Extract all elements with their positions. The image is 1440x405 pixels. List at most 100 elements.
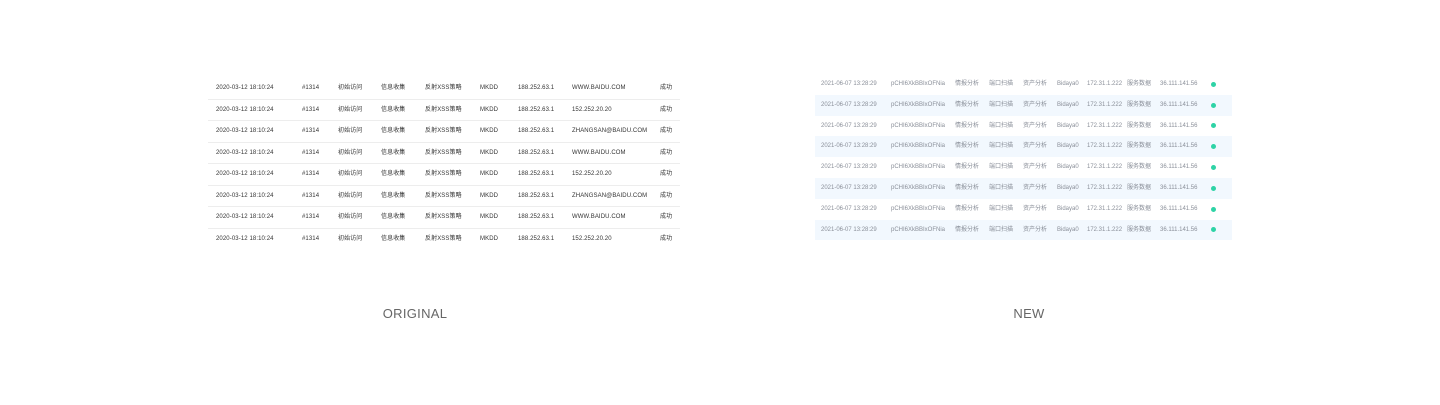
target-ip-cell: 36.111.141.56: [1160, 122, 1198, 129]
table-row[interactable]: 2021-06-07 13:28:29 pCHI6XkBBIxOFNia 情报分析 端…: [815, 136, 1232, 158]
scan-cell: 端口扫描: [989, 205, 1014, 212]
table-row[interactable]: 2020-03-12 18:10:24 #1314 初始访问 信息收集 反射XSS策略 M…: [208, 186, 680, 207]
original-caption: ORIGINAL: [382, 306, 448, 321]
user-cell: Bidaya0: [1057, 164, 1079, 171]
table-row[interactable]: 2021-06-07 13:28:29 pCHI6XkBBIxOFNia 情报分析 端…: [815, 116, 1232, 137]
table-row[interactable]: 2020-03-12 18:10:24 #1314 初始访问 信息收集 反射XSS策略 M…: [208, 207, 680, 229]
stage-cell: 初始访问: [338, 171, 363, 177]
id-cell: #1314: [302, 235, 320, 242]
table-row[interactable]: 2020-03-12 18:10:24 #1314 初始访问 信息收集 反射XSS策略 M…: [208, 78, 680, 100]
code-cell: MKDD: [480, 171, 499, 177]
table-row[interactable]: 2020-03-12 18:10:24 #1314 初始访问 信息收集 反射XSS策略 M…: [208, 229, 680, 250]
asset-cell: 资产分析: [1023, 226, 1048, 233]
service-cell: 服务数据: [1127, 101, 1152, 108]
asset-cell: 资产分析: [1023, 101, 1048, 108]
user-cell: Bidaya0: [1057, 143, 1079, 150]
table-row[interactable]: 2021-06-07 13:28:29 pCHI6XkBBIxOFNia 情报分析 端…: [815, 157, 1232, 178]
target-ip-cell: 36.111.141.56: [1160, 184, 1198, 191]
asset-cell: 资产分析: [1023, 81, 1048, 87]
result-cell: 成功: [660, 171, 673, 177]
service-cell: 服务数据: [1127, 164, 1152, 171]
source-ip-cell: 172.31.1.222: [1087, 184, 1123, 191]
table-row[interactable]: 2021-06-07 13:28:29 pCHI6XkBBIxOFNia 情报分析 端…: [815, 177, 1232, 199]
result-cell: 成功: [660, 214, 673, 220]
source-ip-cell: 188.252.63.1: [518, 192, 555, 199]
scan-cell: 端口扫描: [989, 184, 1014, 191]
result-cell: 成功: [660, 106, 673, 113]
target-cell: 152.252.20.20: [572, 171, 612, 177]
service-cell: 服务数据: [1127, 81, 1152, 87]
category-cell: 信息收集: [381, 128, 406, 134]
table-row[interactable]: 2021-06-07 13:28:29 pCHI6XkBBIxOFNia 情报分析 端…: [815, 199, 1232, 220]
source-ip-cell: 172.31.1.222: [1087, 143, 1123, 150]
table-row[interactable]: 2021-06-07 13:28:29 pCHI6XkBBIxOFNia 情报分析 端…: [815, 94, 1232, 116]
asset-cell: 资产分析: [1023, 143, 1048, 150]
target-ip-cell: 36.111.141.56: [1160, 81, 1198, 87]
intel-cell: 情报分析: [955, 81, 980, 87]
status-dot-icon: [1211, 206, 1216, 212]
target-cell: 152.252.20.20: [572, 235, 612, 242]
source-ip-cell: 188.252.63.1: [518, 214, 555, 220]
stage-cell: 初始访问: [338, 85, 363, 91]
source-ip-cell: 172.31.1.222: [1087, 81, 1123, 87]
category-cell: 信息收集: [381, 85, 406, 91]
table-row[interactable]: 2020-03-12 18:10:24 #1314 初始访问 信息收集 反射XSS策略 M…: [208, 143, 680, 164]
target-ip-cell: 36.111.141.56: [1160, 101, 1198, 108]
scan-cell: 端口扫描: [989, 101, 1014, 108]
asset-cell: 资产分析: [1023, 164, 1048, 171]
time-cell: 2021-06-07 13:28:29: [821, 184, 877, 191]
strategy-cell: 反射XSS策略: [425, 192, 462, 199]
scan-cell: 端口扫描: [989, 164, 1014, 171]
category-cell: 信息收集: [381, 192, 406, 199]
target-ip-cell: 36.111.141.56: [1160, 226, 1198, 233]
code-cell: MKDD: [480, 128, 499, 134]
status-dot-icon: [1211, 123, 1216, 129]
target-ip-cell: 36.111.141.56: [1160, 143, 1198, 150]
table-row[interactable]: 2020-03-12 18:10:24 #1314 初始访问 信息收集 反射XSS策略 M…: [208, 100, 680, 121]
id-cell: #1314: [302, 85, 320, 91]
table-row[interactable]: 2021-06-07 13:28:29 pCHI6XkBBIxOFNia 情报分析 端…: [815, 74, 1232, 95]
source-ip-cell: 188.252.63.1: [518, 106, 555, 113]
target-cell: WWW.BAIDU.COM: [572, 214, 626, 220]
strategy-cell: 反射XSS策略: [425, 149, 462, 156]
id-cell: #1314: [302, 128, 320, 134]
strategy-cell: 反射XSS策略: [425, 214, 462, 220]
service-cell: 服务数据: [1127, 226, 1152, 233]
code-cell: MKDD: [480, 85, 499, 91]
source-ip-cell: 172.31.1.222: [1087, 164, 1123, 171]
time-cell: 2021-06-07 13:28:29: [821, 122, 877, 129]
status-dot-icon: [1211, 144, 1216, 150]
service-cell: 服务数据: [1127, 143, 1152, 150]
table-row[interactable]: 2020-03-12 18:10:24 #1314 初始访问 信息收集 反射XSS策略 M…: [208, 121, 680, 143]
scan-cell: 端口扫描: [989, 226, 1014, 233]
id-cell: #1314: [302, 171, 320, 177]
time-cell: 2021-06-07 13:28:29: [821, 226, 877, 233]
category-cell: 信息收集: [381, 171, 406, 177]
stage-cell: 初始访问: [338, 128, 363, 134]
service-cell: 服务数据: [1127, 184, 1152, 191]
code-cell: MKDD: [480, 235, 499, 242]
target-cell: 152.252.20.20: [572, 106, 612, 113]
table-row[interactable]: 2020-03-12 18:10:24 #1314 初始访问 信息收集 反射XSS策略 M…: [208, 164, 680, 186]
intel-cell: 情报分析: [955, 164, 980, 171]
table-row[interactable]: 2021-06-07 13:28:29 pCHI6XkBBIxOFNia 情报分析 端…: [815, 219, 1232, 241]
time-cell: 2020-03-12 18:10:24: [216, 128, 274, 134]
time-cell: 2020-03-12 18:10:24: [216, 85, 274, 91]
stage-cell: 初始访问: [338, 214, 363, 220]
target-ip-cell: 36.111.141.56: [1160, 205, 1198, 212]
code-cell: MKDD: [480, 106, 499, 113]
time-cell: 2020-03-12 18:10:24: [216, 106, 274, 113]
source-ip-cell: 172.31.1.222: [1087, 101, 1123, 108]
result-cell: 成功: [660, 128, 673, 134]
status-dot-icon: [1211, 102, 1216, 108]
result-cell: 成功: [660, 235, 673, 242]
intel-cell: 情报分析: [955, 226, 980, 233]
status-dot-icon: [1211, 81, 1216, 87]
result-cell: 成功: [660, 192, 673, 199]
intel-cell: 情报分析: [955, 122, 980, 129]
id-cell: pCHI6XkBBIxOFNia: [891, 164, 946, 171]
id-cell: pCHI6XkBBIxOFNia: [891, 184, 946, 191]
stage-cell: 初始访问: [338, 106, 363, 113]
category-cell: 信息收集: [381, 149, 406, 156]
id-cell: #1314: [302, 192, 320, 199]
